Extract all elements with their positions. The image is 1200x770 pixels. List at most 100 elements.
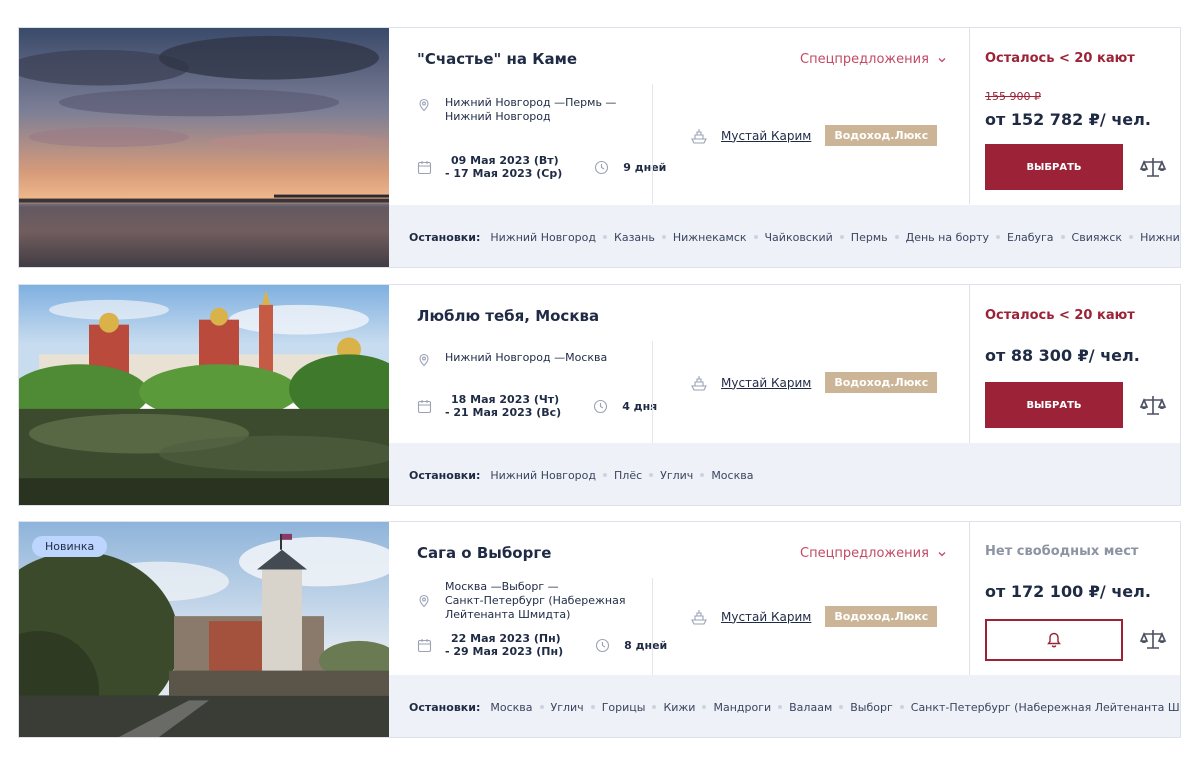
compare-scales-icon[interactable]: [1139, 625, 1167, 653]
route-line: Нижний Новгород: [445, 110, 551, 123]
cruise-duration: 4 дня: [593, 399, 657, 414]
cruise-photo[interactable]: Новинка: [19, 522, 389, 737]
calendar-icon: [417, 160, 432, 174]
ship-class-badge: Водоход.Люкс: [825, 125, 938, 146]
stop-item: Казань: [614, 230, 655, 244]
clock-icon: [595, 160, 609, 174]
cruise-title[interactable]: Люблю тебя, Москва: [417, 307, 599, 325]
old-price: 155 900 ₽: [985, 90, 1041, 103]
current-price: от 88 300 ₽/ чел.: [985, 346, 1140, 365]
cruise-card: "Счастье" на Каме Спецпредложения Нижний…: [18, 27, 1181, 268]
special-offers-dropdown[interactable]: Спецпредложения: [800, 546, 947, 561]
stop-item: Плёс: [614, 468, 643, 482]
clock-icon: [596, 638, 610, 652]
special-offers-label: Спецпредложения: [800, 52, 929, 67]
ship-icon: [691, 375, 707, 391]
date-start: 09 Мая 2023 (Вт): [451, 154, 559, 167]
date-end: - 21 Мая 2023 (Вс): [445, 406, 562, 419]
price-column: Осталось < 20 кают 155 900 ₽ от 152 782 …: [969, 28, 1180, 204]
ship-info: Мустай Карим Водоход.Люкс: [689, 125, 938, 146]
select-button[interactable]: ВЫБРАТЬ: [985, 144, 1123, 190]
cruise-card: Люблю тебя, Москва Нижний Новгород —Моск…: [18, 284, 1181, 506]
bell-icon: [1047, 632, 1061, 648]
cruise-duration: 9 дней: [594, 160, 666, 175]
select-button[interactable]: ВЫБРАТЬ: [985, 382, 1123, 428]
cruise-photo[interactable]: [19, 285, 389, 505]
stop-item: Валаам: [789, 700, 833, 714]
special-offers-label: Спецпредложения: [800, 546, 929, 561]
stop-item: Чайковский: [764, 230, 833, 244]
new-tag: Новинка: [32, 536, 108, 557]
cruise-duration: 8 дней: [595, 638, 667, 653]
stop-item: Нижний Новгород: [1140, 230, 1180, 244]
stops-bar: Остановки: Москва Углич Горицы Кижи Манд…: [389, 675, 1180, 737]
cruise-dates: 22 Мая 2023 (Пн) - 29 Мая 2023 (Пн) 8 дн…: [417, 632, 667, 658]
ship-class-badge: Водоход.Люкс: [825, 372, 938, 393]
clock-icon: [594, 399, 608, 413]
stops-bar: Остановки: Нижний Новгород Казань Нижнек…: [389, 205, 1180, 267]
duration-value: 9 дней: [623, 160, 667, 174]
ship-icon: [691, 128, 707, 144]
map-pin-icon: [419, 353, 429, 367]
sunset-lake-image: [19, 28, 389, 267]
date-start: 18 Мая 2023 (Чт): [451, 393, 560, 406]
cruise-dates: 18 Мая 2023 (Чт) - 21 Мая 2023 (Вс) 4 дн…: [417, 393, 657, 419]
stop-item: Свияжск: [1071, 230, 1123, 244]
stop-item: Москва: [711, 468, 754, 482]
ship-name-link[interactable]: Мустай Карим: [721, 129, 811, 143]
availability-status: Осталось < 20 кают: [985, 308, 1135, 323]
calendar-icon: [417, 399, 432, 413]
stop-item: Углич: [660, 468, 694, 482]
stop-item: Нижний Новгород: [490, 230, 597, 244]
stops-label: Остановки:: [409, 468, 481, 482]
ship-name-link[interactable]: Мустай Карим: [721, 376, 811, 390]
map-pin-icon: [419, 594, 429, 608]
cruise-info: Сага о Выборге Спецпредложения Москва —В…: [389, 522, 969, 675]
duration-value: 8 дней: [624, 638, 668, 652]
date-end: - 29 Мая 2023 (Пн): [445, 645, 564, 658]
route-line: Санкт-Петербург (Набережная: [445, 594, 626, 607]
notify-button[interactable]: [985, 619, 1123, 661]
stop-item: Нижнекамск: [672, 230, 747, 244]
cruise-photo[interactable]: [19, 28, 389, 267]
cruise-route: Нижний Новгород —Москва: [417, 351, 607, 367]
current-price: от 172 100 ₽/ чел.: [985, 582, 1151, 601]
cruise-title[interactable]: Сага о Выборге: [417, 544, 551, 562]
stop-item: Нижний Новгород: [490, 468, 597, 482]
availability-status: Осталось < 20 кают: [985, 51, 1135, 66]
current-price: от 152 782 ₽/ чел.: [985, 110, 1151, 129]
route-line: Москва —Выборг —: [445, 580, 559, 593]
divider: [652, 578, 653, 675]
date-start: 22 Мая 2023 (Пн): [451, 632, 561, 645]
cruise-info: "Счастье" на Каме Спецпредложения Нижний…: [389, 28, 969, 204]
chevron-down-icon: [938, 551, 946, 556]
cruise-route: Нижний Новгород —Пермь — Нижний Новгород: [417, 96, 616, 124]
route-line: Лейтенанта Шмидта): [445, 608, 571, 621]
stop-item: Кижи: [663, 700, 696, 714]
cruise-title[interactable]: "Счастье" на Каме: [417, 50, 577, 68]
special-offers-dropdown[interactable]: Спецпредложения: [800, 52, 947, 67]
stop-item: Горицы: [601, 700, 646, 714]
route-line: Нижний Новгород —Москва: [445, 351, 608, 364]
stop-item: Пермь: [850, 230, 888, 244]
compare-scales-icon[interactable]: [1139, 391, 1167, 419]
stops-label: Остановки:: [409, 700, 481, 714]
monastery-pond-image: [19, 285, 389, 505]
price-column: Осталось < 20 кают от 88 300 ₽/ чел. ВЫБ…: [969, 285, 1180, 443]
price-column: Нет свободных мест от 172 100 ₽/ чел.: [969, 522, 1180, 675]
route-line: Нижний Новгород —Пермь —: [445, 96, 617, 109]
availability-status: Нет свободных мест: [985, 544, 1139, 559]
ship-name-link[interactable]: Мустай Карим: [721, 610, 811, 624]
calendar-icon: [417, 638, 432, 652]
ship-info: Мустай Карим Водоход.Люкс: [689, 606, 938, 627]
stop-item: Москва: [490, 700, 533, 714]
cruise-info: Люблю тебя, Москва Нижний Новгород —Моск…: [389, 285, 969, 443]
ship-info: Мустай Карим Водоход.Люкс: [689, 372, 938, 393]
ship-icon: [691, 609, 707, 625]
stops-bar: Остановки: Нижний Новгород Плёс Углич Мо…: [389, 443, 1180, 505]
compare-scales-icon[interactable]: [1139, 153, 1167, 181]
divider: [652, 84, 653, 204]
stop-item: Санкт-Петербург (Набережная Лейтенанта Ш…: [910, 700, 1180, 714]
cruise-dates: 09 Мая 2023 (Вт) - 17 Мая 2023 (Ср) 9 дн…: [417, 154, 666, 180]
cruise-route: Москва —Выборг — Санкт-Петербург (Набере…: [417, 580, 625, 622]
